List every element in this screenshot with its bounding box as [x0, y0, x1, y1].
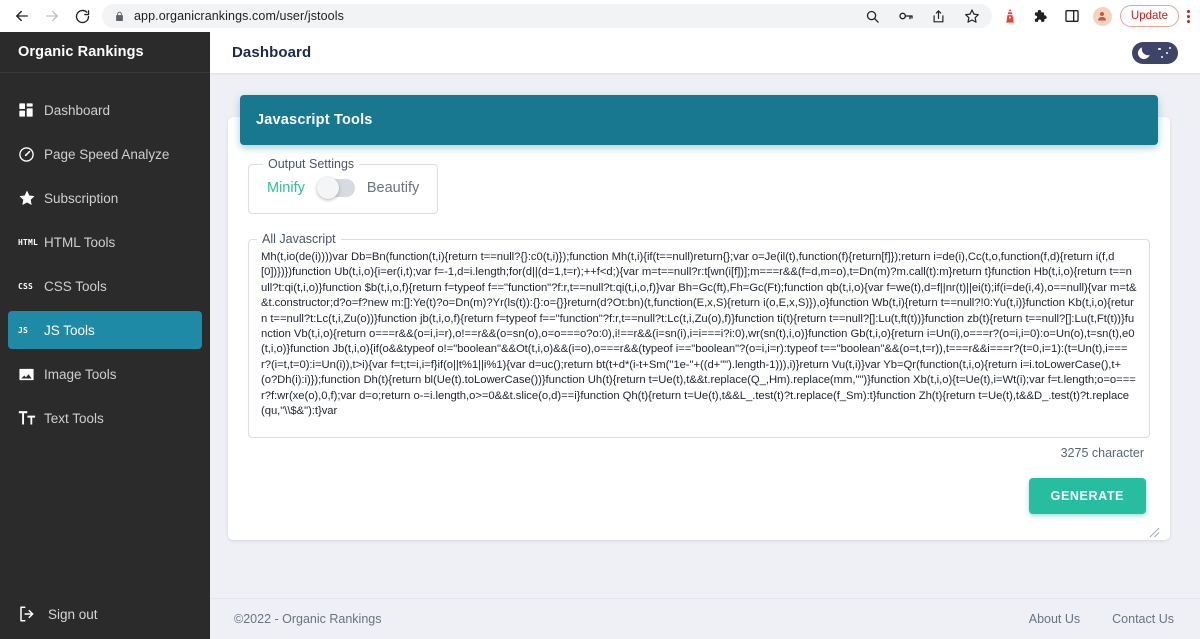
sidebar-item-label: Text Tools — [44, 410, 104, 426]
sidebar-item-text-tools[interactable]: Text Tools — [8, 399, 202, 437]
minify-beautify-toggle[interactable] — [316, 177, 355, 199]
card-title: Javascript Tools — [256, 112, 373, 128]
javascript-tools-card: Javascript Tools Output Settings Minify … — [228, 95, 1170, 540]
all-javascript-legend: All Javascript — [262, 232, 336, 246]
key-icon[interactable] — [896, 6, 916, 26]
js-icon: JS — [18, 326, 44, 335]
resize-handle[interactable] — [1149, 525, 1160, 538]
sidebar-item-js-tools[interactable]: JS JS Tools — [8, 311, 202, 349]
text-format-icon — [18, 410, 44, 426]
sidebar-item-subscription[interactable]: Subscription — [8, 179, 202, 217]
js-icon-label: JS — [18, 325, 29, 335]
toggle-knob — [316, 177, 339, 199]
minify-beautify-row: Minify Beautify — [263, 177, 423, 201]
puzzle-piece-icon[interactable] — [1031, 6, 1051, 26]
update-label: Update — [1130, 10, 1168, 22]
generate-button[interactable]: GENERATE — [1028, 478, 1146, 514]
html-icon-label: HTML — [18, 237, 39, 247]
address-bar[interactable]: app.organicrankings.com/user/jstools — [102, 4, 992, 28]
card-header: Javascript Tools — [240, 95, 1158, 145]
footer-link-about-us[interactable]: About Us — [1029, 612, 1080, 626]
footer-copyright: ©2022 - Organic Rankings — [234, 612, 382, 626]
arrow-right-icon — [43, 7, 61, 25]
app-shell: Organic Rankings Dashboard Page Speed An… — [0, 32, 1200, 639]
sidebar-item-label: Subscription — [44, 190, 119, 206]
sign-out-button[interactable]: Sign out — [0, 593, 210, 635]
sidebar-item-page-speed-analyze[interactable]: Page Speed Analyze — [8, 135, 202, 173]
top-bar: Dashboard — [210, 32, 1200, 73]
sidebar: Organic Rankings Dashboard Page Speed An… — [0, 32, 210, 639]
content-region: Javascript Tools Output Settings Minify … — [210, 73, 1200, 598]
star-dot-icon — [1169, 46, 1171, 49]
speedometer-icon — [18, 146, 44, 163]
reload-button[interactable] — [68, 2, 96, 30]
sidebar-item-html-tools[interactable]: HTML HTML Tools — [8, 223, 202, 261]
lighthouse-icon[interactable] — [1000, 6, 1020, 26]
footer: ©2022 - Organic Rankings About Us Contac… — [210, 598, 1200, 639]
arrow-left-icon — [13, 7, 31, 25]
lock-icon — [114, 10, 125, 23]
beautify-label: Beautify — [366, 180, 420, 196]
logout-icon — [18, 605, 48, 623]
sidebar-item-css-tools[interactable]: CSS CSS Tools — [8, 267, 202, 305]
moon-icon — [1136, 45, 1152, 61]
sign-out-label: Sign out — [48, 606, 98, 622]
url-text: app.organicrankings.com/user/jstools — [134, 9, 344, 23]
reload-icon — [74, 8, 91, 25]
sidebar-item-dashboard[interactable]: Dashboard — [8, 91, 202, 129]
sidebar-item-label: Dashboard — [44, 102, 111, 118]
css-icon-label: CSS — [18, 281, 34, 291]
sidebar-nav: Dashboard Page Speed Analyze Subscriptio… — [0, 73, 210, 593]
all-javascript-group: All Javascript — [248, 232, 1160, 538]
footer-links: About Us Contact Us — [1029, 612, 1174, 626]
search-icon[interactable] — [863, 6, 883, 26]
html-icon: HTML — [18, 238, 44, 247]
sidebar-item-label: Image Tools — [44, 366, 117, 382]
minify-label: Minify — [267, 180, 305, 196]
star-dot-icon — [1166, 51, 1168, 54]
star-icon — [18, 189, 44, 207]
sidebar-item-label: Page Speed Analyze — [44, 146, 170, 162]
card-wrapper: Javascript Tools Output Settings Minify … — [210, 73, 1200, 540]
sidebar-item-label: CSS Tools — [44, 278, 107, 294]
sidebar-item-label: HTML Tools — [44, 234, 116, 250]
javascript-input[interactable] — [257, 248, 1141, 424]
kebab-menu-icon[interactable] — [1187, 9, 1190, 23]
image-icon — [18, 366, 44, 383]
brand-title: Organic Rankings — [0, 32, 210, 73]
forward-button[interactable] — [38, 2, 66, 30]
output-settings-legend: Output Settings — [268, 157, 355, 171]
dark-mode-toggle[interactable] — [1132, 41, 1178, 64]
browser-toolbar: app.organicrankings.com/user/jstools Upd… — [0, 0, 1200, 32]
page-title: Dashboard — [232, 44, 312, 61]
main-area: Dashboard Javascript Tools Output Settin… — [210, 32, 1200, 639]
star-dot-icon — [1161, 55, 1163, 58]
output-settings-group: Output Settings Minify Beautify — [248, 157, 439, 214]
action-row: GENERATE — [248, 460, 1150, 514]
browser-action-icons — [1000, 6, 1116, 26]
css-icon: CSS — [18, 282, 44, 291]
back-button[interactable] — [8, 2, 36, 30]
side-panel-icon[interactable] — [1062, 6, 1082, 26]
footer-link-contact-us[interactable]: Contact Us — [1112, 612, 1174, 626]
star-dot-icon — [1158, 47, 1161, 50]
sidebar-item-image-tools[interactable]: Image Tools — [8, 355, 202, 393]
share-icon[interactable] — [929, 6, 949, 26]
avatar[interactable] — [1092, 6, 1112, 26]
update-button[interactable]: Update — [1119, 5, 1179, 27]
star-icon[interactable] — [962, 6, 982, 26]
character-count: 3275 character — [1060, 446, 1144, 460]
sidebar-item-label: JS Tools — [44, 322, 95, 338]
grid-icon — [18, 102, 44, 118]
